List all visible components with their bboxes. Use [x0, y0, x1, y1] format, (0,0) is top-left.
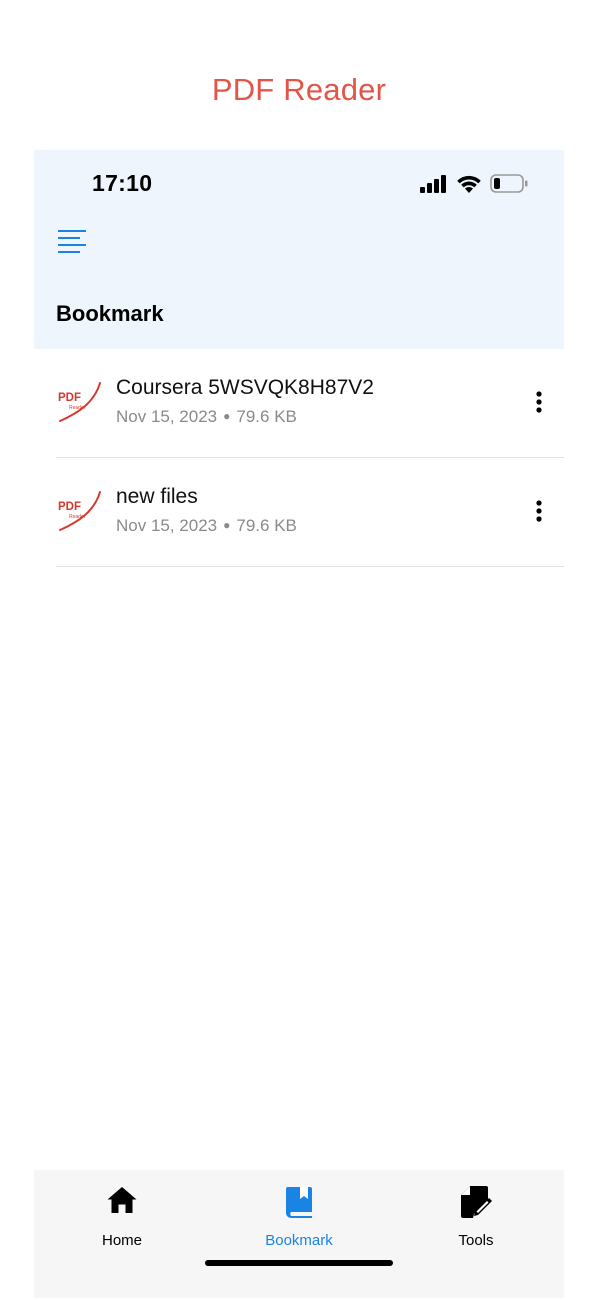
file-meta: Nov 15, 2023 ● 79.6 KB	[116, 407, 297, 427]
file-name: new files	[116, 485, 198, 508]
more-options-button[interactable]	[530, 389, 548, 417]
file-date: Nov 15, 2023	[116, 516, 218, 535]
file-size: 79.6 KB	[236, 407, 297, 426]
file-list: PDF Reader Coursera 5WSVQK8H87V2 Nov 15,…	[56, 349, 564, 567]
pdf-icon-brand: PDF	[58, 392, 81, 404]
status-time: 17:10	[92, 170, 153, 196]
tab-label: Bookmark	[265, 1232, 333, 1249]
more-vertical-icon	[536, 391, 542, 413]
app-title: PDF Reader	[211, 72, 387, 107]
page-title: Bookmark	[56, 301, 164, 326]
header: 17:10 Bookmark	[34, 150, 564, 349]
pdf-icon-brand: PDF	[58, 501, 81, 513]
file-size: 79.6 KB	[236, 516, 297, 535]
signal-icon	[420, 174, 446, 193]
menu-lines-icon	[58, 230, 86, 253]
wifi-icon	[457, 175, 481, 193]
home-icon	[107, 1187, 137, 1213]
bookmark-icon	[286, 1187, 312, 1218]
status-icons	[420, 174, 528, 193]
file-meta: Nov 15, 2023 ● 79.6 KB	[116, 516, 297, 536]
file-name: Coursera 5WSVQK8H87V2	[116, 376, 374, 399]
file-row-new-files[interactable]: PDF Reader new files Nov 15, 2023 ● 79.6 K…	[56, 458, 564, 567]
tab-label: Tools	[458, 1232, 494, 1249]
file-date: Nov 15, 2023	[116, 407, 218, 426]
battery-icon	[490, 174, 528, 193]
bottom-tab-bar: Home Bookmark Tools	[34, 1170, 564, 1298]
pdf-file-icon: PDF Reader	[58, 491, 101, 531]
meta-separator: ●	[223, 409, 231, 423]
tab-label: Home	[101, 1232, 142, 1249]
tab-tools[interactable]: Tools	[388, 1170, 564, 1270]
meta-separator: ●	[223, 518, 231, 532]
more-vertical-icon	[536, 500, 542, 522]
more-options-button[interactable]	[530, 498, 548, 526]
pdf-file-icon: PDF Reader	[58, 382, 101, 422]
edit-document-icon	[461, 1186, 492, 1218]
file-row-coursera[interactable]: PDF Reader Coursera 5WSVQK8H87V2 Nov 15,…	[56, 349, 564, 458]
tab-bookmark[interactable]: Bookmark	[211, 1170, 387, 1270]
phone-screen: 17:10 Bookmark PDF Reader Coursera 5WSVQ…	[34, 150, 564, 1298]
menu-button[interactable]	[56, 226, 92, 260]
home-indicator	[205, 1260, 393, 1266]
tab-home[interactable]: Home	[34, 1170, 210, 1270]
